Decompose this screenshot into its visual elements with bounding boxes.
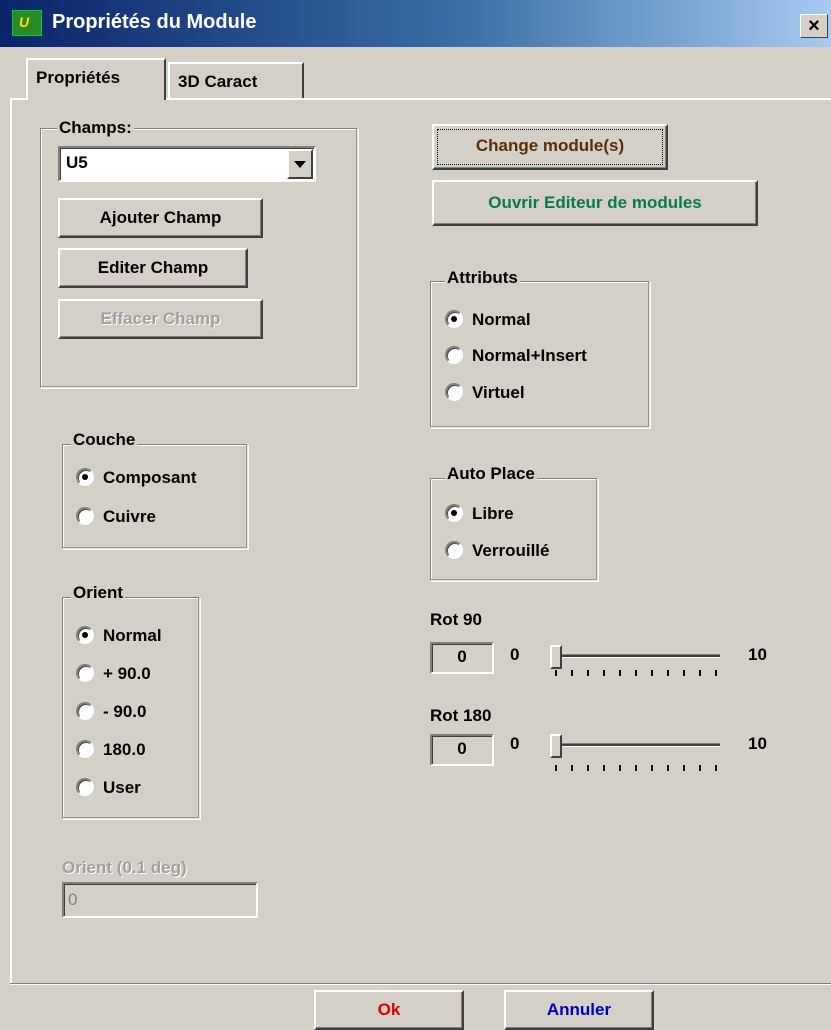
open-module-editor-button[interactable]: Ouvrir Editeur de modules [432, 180, 758, 226]
rot90-value-box: 0 [430, 642, 494, 674]
orient-option[interactable]: User [76, 778, 141, 802]
radio-dot-icon [76, 626, 94, 644]
champs-select-value: U5 [66, 153, 88, 172]
rot180-max-label: 10 [748, 734, 767, 753]
delete-field-button: Effacer Champ [58, 299, 263, 339]
rot180-value-box: 0 [430, 734, 494, 766]
orient-legend: Orient [71, 583, 126, 603]
attributs-option[interactable]: Normal [445, 310, 531, 334]
rot90-max-label: 10 [748, 645, 767, 664]
couche-option[interactable]: Cuivre [76, 507, 156, 531]
tab-proprietes[interactable]: Propriétés [26, 58, 166, 100]
rot180-slider-ticks [555, 765, 720, 771]
cancel-button[interactable]: Annuler [504, 990, 654, 1030]
footer-separator [10, 983, 831, 985]
open-module-editor-label: Ouvrir Editeur de modules [488, 193, 702, 212]
radio-dot-icon [445, 310, 463, 328]
edit-field-button[interactable]: Editer Champ [58, 248, 248, 288]
radio-dot-icon [445, 504, 463, 522]
orient-deg-value: 0 [68, 890, 78, 909]
rot90-slider-thumb[interactable] [550, 645, 562, 669]
autoplace-option[interactable]: Verrouillé [445, 541, 549, 565]
rot180-slider-thumb[interactable] [550, 734, 562, 758]
chevron-down-icon[interactable] [287, 149, 313, 179]
radio-dot-icon [445, 541, 463, 559]
rot90-slider-track[interactable] [552, 654, 720, 658]
ok-button-label: Ok [377, 1000, 401, 1019]
tab-3d-caract-label: 3D Caract [178, 72, 258, 91]
autoplace-option[interactable]: Libre [445, 504, 514, 528]
title-bar[interactable]: U Propriétés du Module × [0, 0, 831, 47]
window-title: Propriétés du Module [52, 11, 257, 33]
radio-dot-icon [76, 468, 94, 486]
module-app-icon: U [12, 10, 42, 36]
orient-option[interactable]: + 90.0 [76, 664, 151, 688]
orient-deg-field: 0 [62, 882, 258, 918]
radio-dot-icon [76, 778, 94, 796]
rot180-min-label: 0 [510, 734, 520, 753]
orient-option[interactable]: - 90.0 [76, 702, 146, 726]
orient-option[interactable]: 180.0 [76, 740, 146, 764]
change-module-button[interactable]: Change module(s) [432, 124, 668, 170]
attributs-option[interactable]: Normal+Insert [445, 346, 587, 370]
rot90-min-label: 0 [510, 645, 520, 664]
rot90-slider-ticks [555, 670, 720, 676]
autoplace-group [430, 478, 598, 581]
add-field-button[interactable]: Ajouter Champ [58, 198, 263, 238]
change-module-label: Change module(s) [475, 136, 625, 155]
champs-legend: Champs: [57, 118, 134, 138]
attributs-legend: Attributs [445, 268, 520, 288]
close-icon[interactable]: × [800, 14, 828, 38]
tab-proprietes-label: Propriétés [36, 68, 121, 87]
couche-group [62, 444, 248, 549]
radio-dot-icon [76, 740, 94, 758]
cancel-button-label: Annuler [546, 1000, 612, 1019]
rot180-label: Rot 180 [430, 706, 492, 725]
orient-option[interactable]: Normal [76, 626, 162, 650]
champs-select[interactable]: U5 [58, 146, 316, 182]
rot180-slider-track[interactable] [552, 743, 720, 747]
radio-dot-icon [76, 702, 94, 720]
radio-dot-icon [76, 664, 94, 682]
ok-button[interactable]: Ok [314, 990, 464, 1030]
attributs-option[interactable]: Virtuel [445, 383, 525, 407]
tab-3d-caract[interactable]: 3D Caract [168, 62, 304, 100]
rot90-label: Rot 90 [430, 610, 482, 629]
couche-legend: Couche [71, 430, 138, 450]
radio-dot-icon [76, 507, 94, 525]
orient-deg-label: Orient (0.1 deg) [62, 858, 187, 877]
radio-dot-icon [445, 346, 463, 364]
couche-option[interactable]: Composant [76, 468, 197, 492]
autoplace-legend: Auto Place [445, 464, 537, 484]
radio-dot-icon [445, 383, 463, 401]
